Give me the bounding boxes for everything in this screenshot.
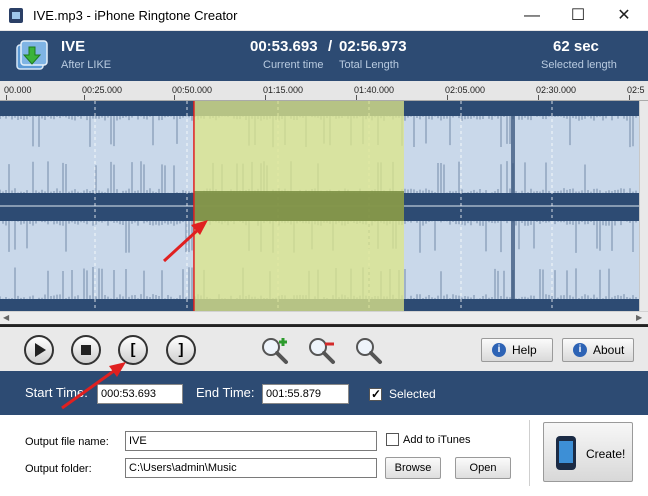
annotation-arrow — [162, 220, 208, 263]
annotation-arrow — [61, 362, 126, 410]
annotation-overlay — [61, 220, 208, 410]
